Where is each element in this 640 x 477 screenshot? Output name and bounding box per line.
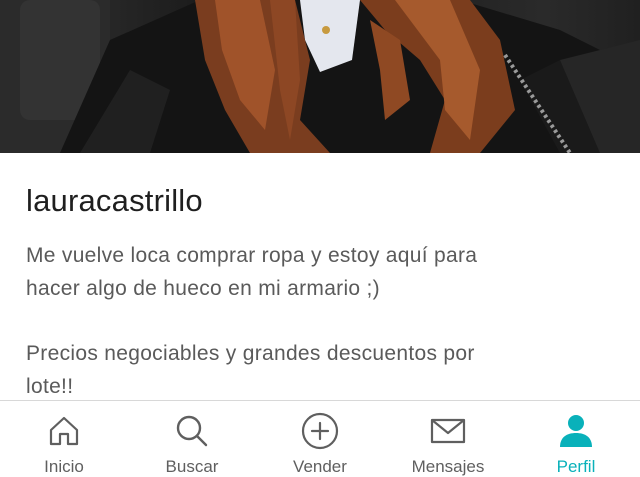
tab-mensajes[interactable]: Mensajes — [384, 401, 512, 477]
bio-spacer — [26, 305, 621, 337]
bio-line: Precios negociables y grandes descuentos… — [26, 342, 475, 365]
profile-username: lauracastrillo — [26, 183, 203, 218]
bio-line: hacer algo de hueco en mi armario ;) — [26, 277, 380, 300]
bottom-tab-bar: Inicio Buscar Vender Mensajes Perfil — [0, 400, 640, 477]
plus-circle-icon — [301, 412, 339, 450]
tab-inicio[interactable]: Inicio — [0, 401, 128, 477]
tab-perfil[interactable]: Perfil — [512, 401, 640, 477]
tab-label: Vender — [293, 457, 347, 476]
tab-label: Inicio — [44, 457, 84, 476]
tab-vender[interactable]: Vender — [256, 401, 384, 477]
home-icon — [45, 412, 83, 450]
tab-label: Perfil — [556, 457, 596, 476]
person-icon — [557, 412, 595, 450]
tab-label: Buscar — [165, 457, 219, 476]
tab-label: Mensajes — [411, 457, 485, 476]
tab-buscar[interactable]: Buscar — [128, 401, 256, 477]
cover-photo-image — [0, 0, 640, 153]
bio-line: Me vuelve loca comprar ropa y estoy aquí… — [26, 244, 478, 267]
cover-photo — [0, 0, 640, 153]
profile-bio: Me vuelve loca comprar ropa y estoy aquí… — [26, 239, 621, 403]
search-icon — [173, 412, 211, 450]
mail-icon — [429, 412, 467, 450]
bio-line: lote!! — [26, 375, 74, 398]
